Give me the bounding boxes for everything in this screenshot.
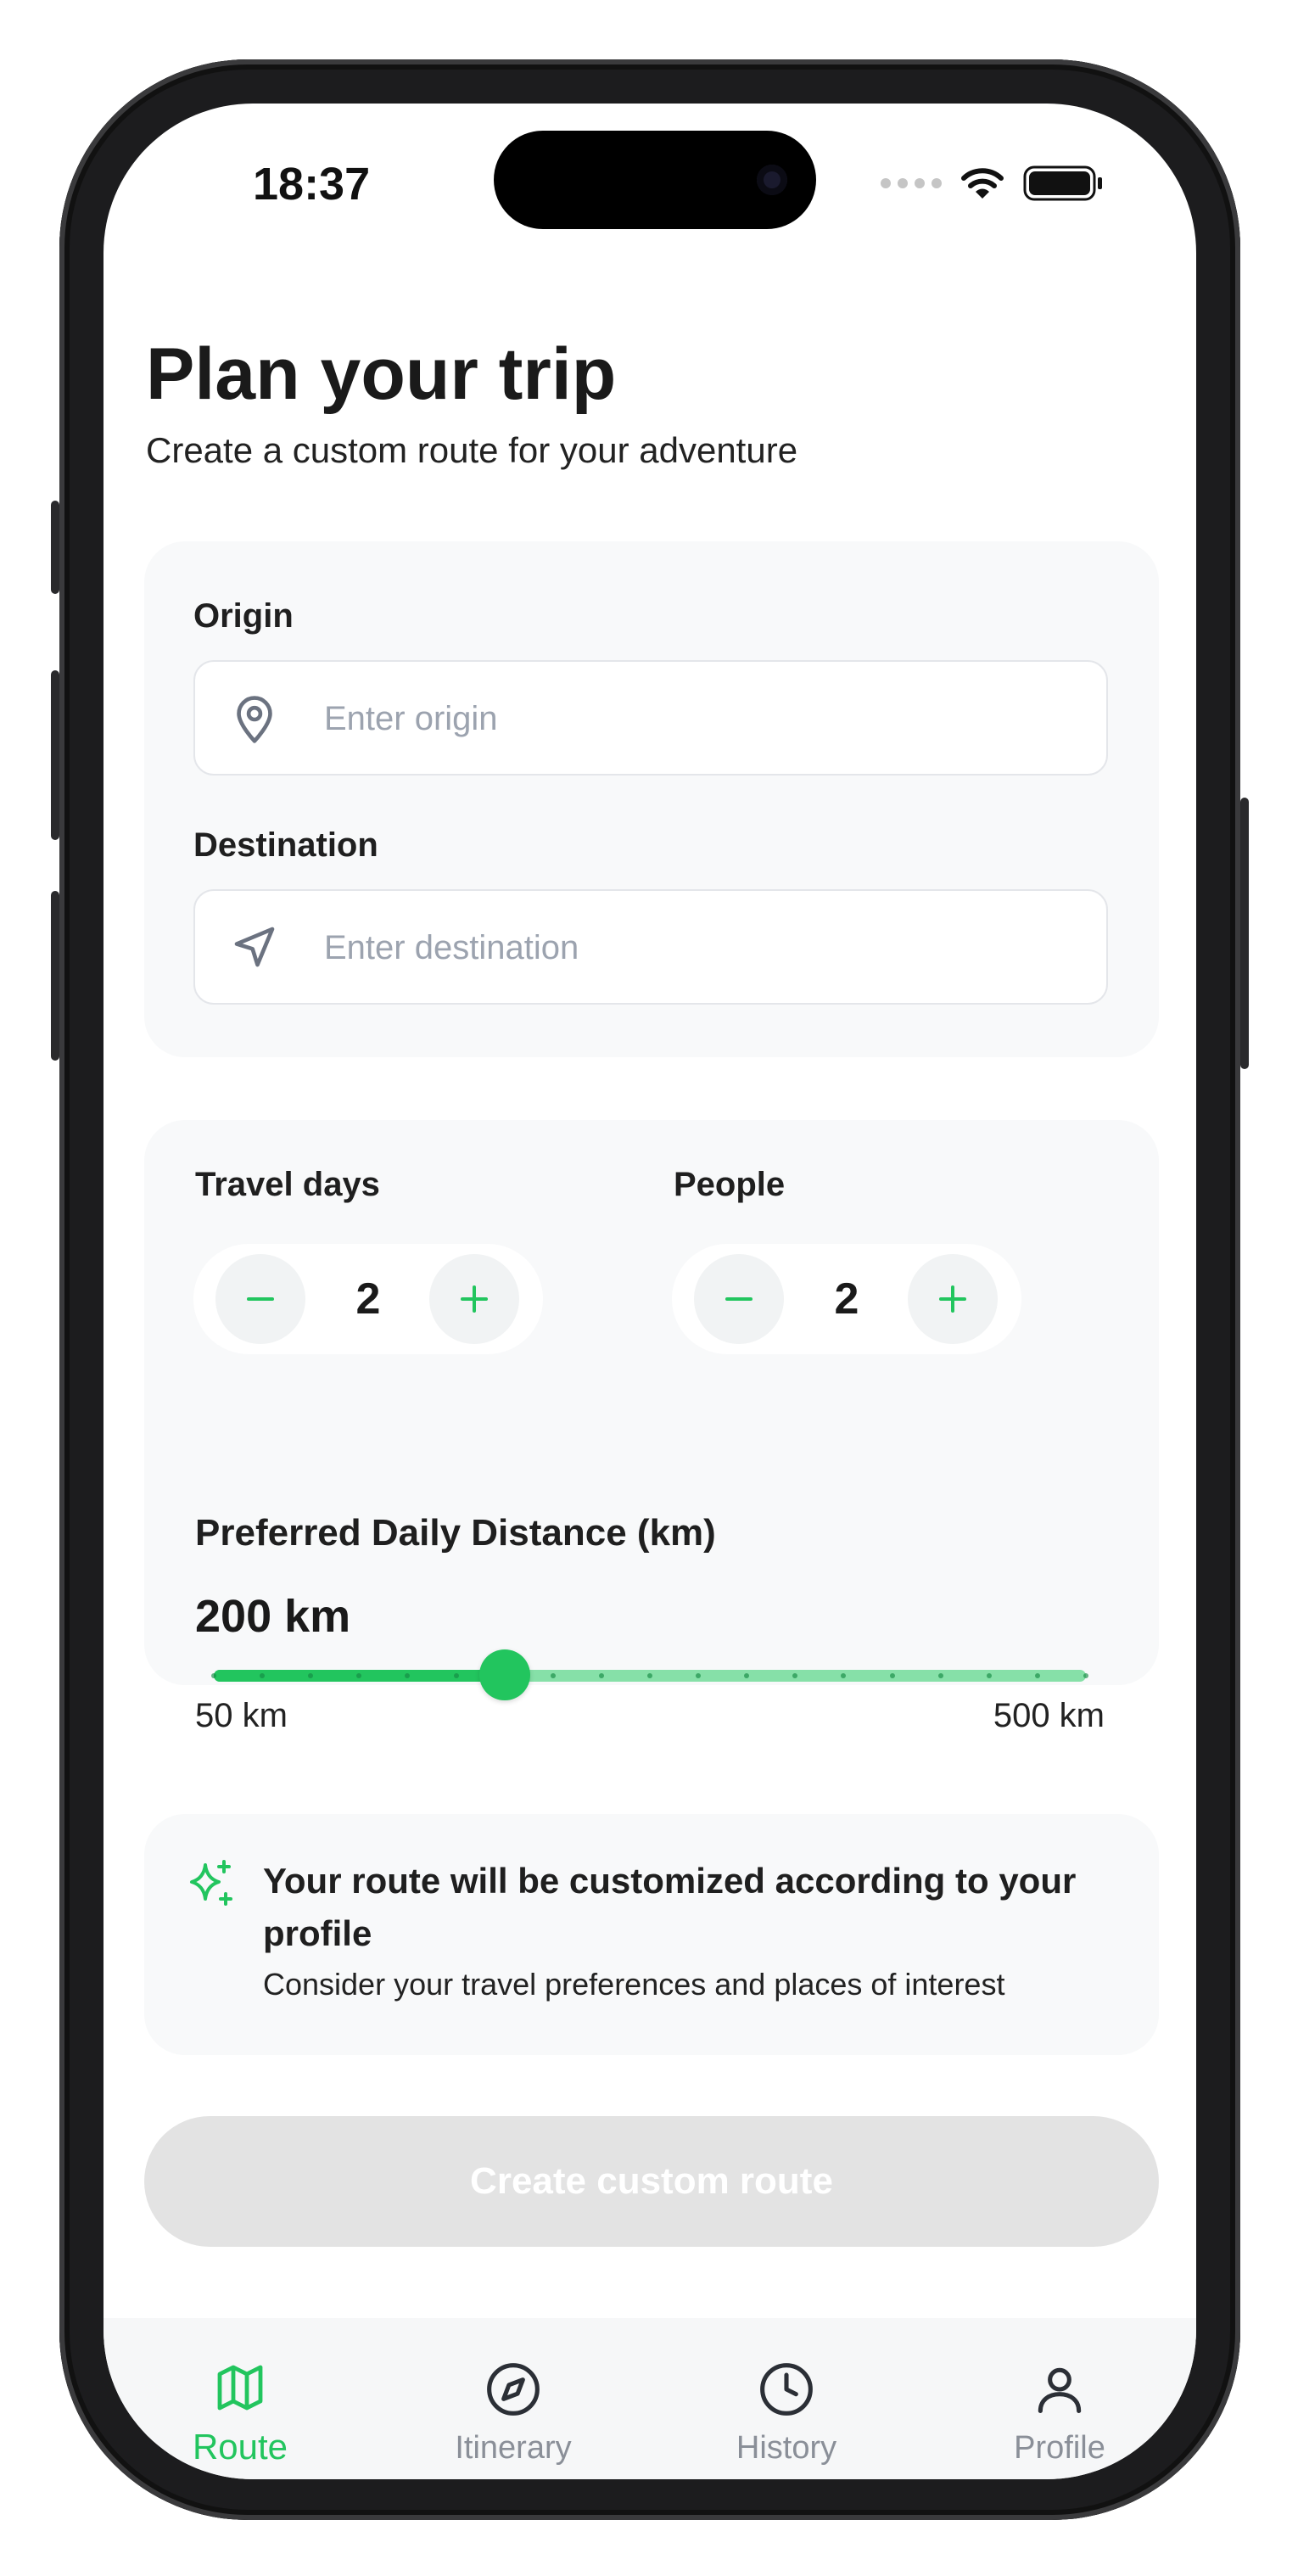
- travel-days-stepper: 2: [193, 1244, 543, 1354]
- people-value: 2: [834, 1274, 859, 1324]
- people-label: People: [674, 1166, 786, 1203]
- map-pin-icon: [237, 696, 272, 743]
- distance-max-label: 500 km: [993, 1697, 1105, 1734]
- slider-tick: [453, 1673, 459, 1678]
- volume-up-button: [51, 670, 59, 840]
- slider-tick: [211, 1673, 216, 1678]
- slider-tick: [1083, 1673, 1088, 1678]
- tab-itinerary-label: Itinerary: [455, 2430, 572, 2466]
- distance-value: 200 km: [195, 1591, 351, 1642]
- navigation-arrow-icon: [234, 927, 275, 967]
- travel-days-increment-button[interactable]: [429, 1254, 519, 1344]
- compass-icon: [487, 2363, 540, 2416]
- travel-days-value: 2: [355, 1274, 381, 1324]
- travel-days-decrement-button[interactable]: [215, 1254, 305, 1344]
- slider-tick: [1034, 1673, 1040, 1678]
- people-decrement-button[interactable]: [694, 1254, 784, 1344]
- location-card: Origin Destination: [144, 541, 1159, 1057]
- minus-icon: [247, 1297, 274, 1301]
- distance-min-label: 50 km: [195, 1697, 288, 1734]
- cellular-signal-icon: [881, 178, 942, 188]
- distance-slider[interactable]: [211, 1649, 1088, 1700]
- clock-icon: [760, 2363, 813, 2416]
- info-title: Your route will be customized according …: [263, 1861, 1077, 1953]
- volume-down-button: [51, 891, 59, 1061]
- slider-thumb[interactable]: [478, 1649, 530, 1700]
- personalization-info-card: Your route will be customized according …: [144, 1814, 1159, 2055]
- slider-tick: [647, 1673, 652, 1678]
- people-stepper: 2: [672, 1244, 1021, 1354]
- minus-icon: [725, 1297, 753, 1301]
- power-button: [1240, 798, 1249, 1069]
- app-screen: 18:37 Plan your trip Create a custom rou…: [104, 104, 1196, 2479]
- destination-field[interactable]: [193, 889, 1108, 1005]
- distance-label: Preferred Daily Distance (km): [195, 1512, 716, 1554]
- dynamic-island: [494, 131, 816, 229]
- plus-icon: [461, 1285, 488, 1313]
- page-subtitle: Create a custom route for your adventure: [146, 430, 798, 470]
- tab-profile[interactable]: Profile: [923, 2318, 1196, 2479]
- slider-tick: [598, 1673, 604, 1678]
- map-icon: [217, 2365, 263, 2411]
- tab-history-label: History: [736, 2430, 837, 2466]
- destination-input[interactable]: [322, 891, 1072, 1005]
- page-title: Plan your trip: [146, 333, 617, 415]
- travel-days-label: Travel days: [195, 1166, 380, 1203]
- slider-tick: [550, 1673, 556, 1678]
- wifi-icon: [961, 168, 1004, 199]
- camera-icon: [757, 165, 787, 195]
- create-route-button[interactable]: Create custom route: [144, 2116, 1159, 2247]
- tab-itinerary[interactable]: Itinerary: [377, 2318, 650, 2479]
- people-increment-button[interactable]: [908, 1254, 998, 1344]
- origin-field[interactable]: [193, 660, 1108, 776]
- user-icon: [1038, 2367, 1082, 2414]
- slider-tick: [889, 1673, 895, 1678]
- origin-input[interactable]: [322, 662, 1072, 776]
- status-indicators: [881, 165, 1105, 202]
- info-description: Consider your travel preferences and pla…: [263, 1967, 1005, 2002]
- destination-label: Destination: [193, 826, 378, 864]
- battery-icon: [1023, 165, 1102, 201]
- bottom-tab-bar: Route Itinerary History Profile: [104, 2318, 1196, 2479]
- plus-icon: [939, 1285, 966, 1313]
- slider-tick: [937, 1673, 943, 1678]
- origin-label: Origin: [193, 597, 294, 635]
- tab-history[interactable]: History: [650, 2318, 923, 2479]
- tab-profile-label: Profile: [1014, 2430, 1105, 2466]
- tab-route[interactable]: Route: [104, 2318, 377, 2479]
- sparkles-icon: [190, 1860, 232, 1906]
- status-time: 18:37: [253, 159, 371, 210]
- slider-tick: [986, 1673, 992, 1678]
- action-button: [51, 501, 59, 594]
- tab-route-label: Route: [192, 2427, 288, 2467]
